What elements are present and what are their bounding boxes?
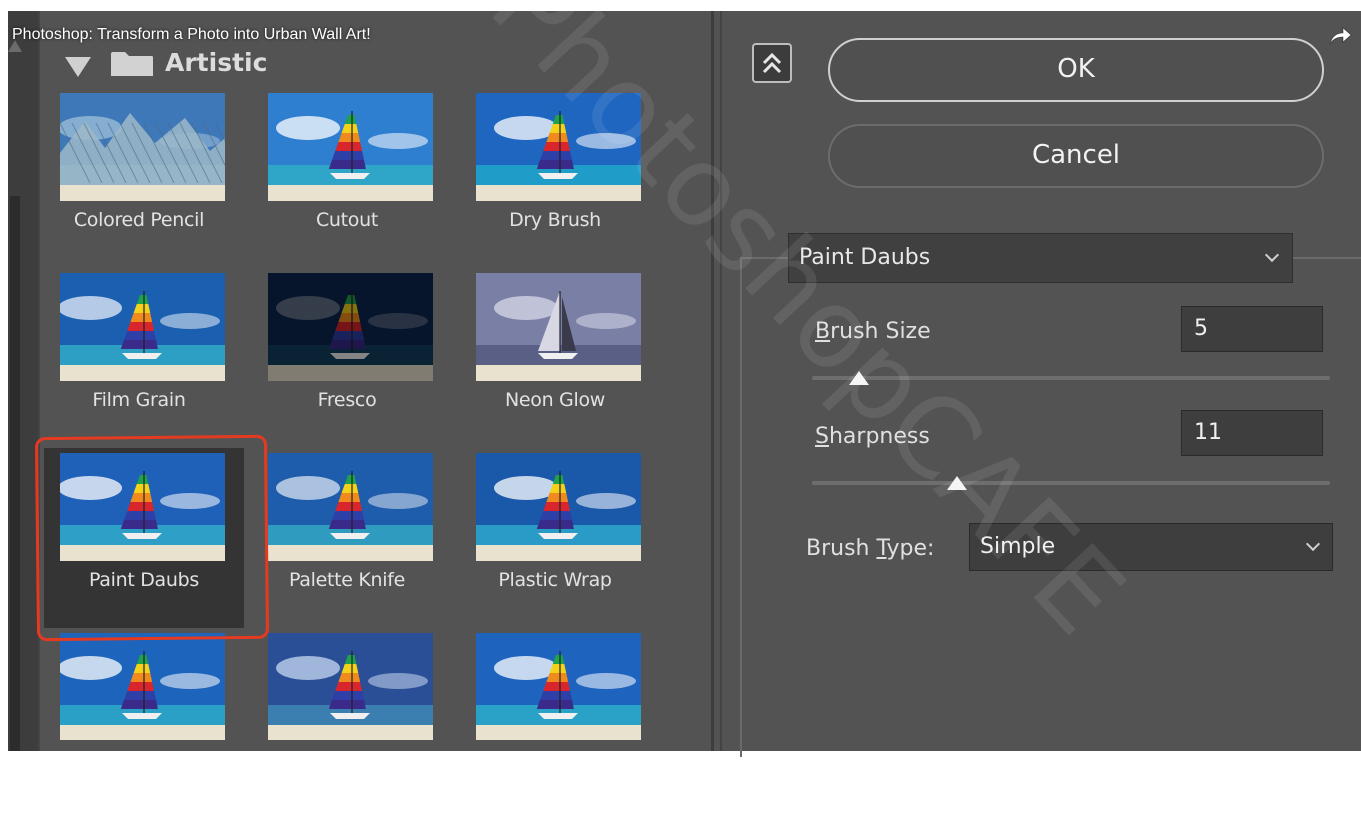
thumbnail-image [60, 633, 225, 740]
sharpness-label-text: harpness [828, 424, 930, 449]
cancel-button[interactable]: Cancel [828, 124, 1324, 188]
preview-scrollbar-thumb[interactable] [10, 196, 20, 751]
filter-item[interactable] [256, 633, 433, 793]
share-arrow-icon[interactable] [1326, 22, 1354, 50]
sharpness-slider-track[interactable] [812, 481, 1330, 485]
filter-label: Colored Pencil [73, 209, 205, 231]
thumbnail-image [476, 93, 641, 201]
brush-type-value: Simple [980, 534, 1056, 559]
filter-label: Film Grain [92, 389, 186, 411]
folder-icon [110, 51, 154, 81]
filter-item[interactable]: Cutout [256, 93, 433, 253]
filter-label: Dry Brush [509, 209, 601, 231]
selection-highlight-annotation [34, 434, 270, 642]
filter-thumbnail[interactable] [268, 273, 433, 381]
sharpness-slider-thumb[interactable] [947, 476, 968, 490]
video-title[interactable]: Photoshop: Transform a Photo into Urban … [12, 26, 371, 48]
brush-size-slider-thumb[interactable] [848, 371, 869, 385]
brush-size-slider-track[interactable] [812, 376, 1330, 380]
brush-size-mnemonic: B [815, 319, 831, 344]
filter-label: Plastic Wrap [498, 569, 612, 591]
filter-label: Cutout [315, 209, 379, 231]
double-chevron-up-icon [762, 52, 782, 74]
thumbnail-image [60, 93, 225, 201]
divider [720, 11, 722, 751]
brush-type-mnemonic: T [876, 536, 887, 561]
filter-item[interactable]: Neon Glow [464, 273, 641, 433]
filter-label: Neon Glow [504, 389, 606, 411]
filter-thumbnail[interactable] [268, 93, 433, 201]
thumbnail-image [268, 453, 433, 561]
thumbnail-image [60, 273, 225, 381]
filter-item[interactable]: Fresco [256, 273, 433, 433]
filter-thumbnail[interactable] [476, 273, 641, 381]
filter-item[interactable] [464, 633, 641, 793]
collapse-panel-button[interactable] [752, 43, 792, 83]
brush-size-label-text: rush Size [830, 319, 931, 344]
filter-thumbnail[interactable] [60, 633, 225, 740]
brush-type-dropdown[interactable]: Simple [969, 523, 1333, 571]
sharpness-label: Sharpness [815, 424, 930, 449]
sharpness-input[interactable]: 11 [1181, 410, 1323, 456]
filter-thumbnail[interactable] [476, 633, 641, 740]
filter-thumbnail[interactable] [268, 453, 433, 561]
preview-scrollbar[interactable] [8, 11, 38, 751]
thumbnail-image [476, 273, 641, 381]
filter-select-dropdown[interactable]: Paint Daubs [788, 233, 1293, 283]
brush-type-label: Brush Type: [806, 536, 934, 561]
filter-thumbnail[interactable] [268, 633, 433, 740]
filter-thumbnail[interactable] [60, 273, 225, 381]
filter-item[interactable]: Colored Pencil [48, 93, 225, 253]
filter-label: Palette Knife [288, 569, 406, 591]
filter-thumbnail[interactable] [476, 453, 641, 561]
filter-thumbnail[interactable] [476, 93, 641, 201]
brush-type-label-post: ype: [886, 536, 935, 561]
filter-item[interactable] [48, 633, 225, 793]
filter-item[interactable]: Film Grain [48, 273, 225, 433]
sharpness-mnemonic: S [815, 424, 829, 449]
brush-type-label-pre: Brush [806, 536, 877, 561]
thumbnail-image [476, 633, 641, 740]
filter-item[interactable]: Dry Brush [464, 93, 641, 253]
filter-select-value: Paint Daubs [799, 245, 931, 270]
filter-item[interactable]: Palette Knife [256, 453, 433, 613]
brush-size-input[interactable]: 5 [1181, 306, 1323, 352]
divider [711, 11, 714, 751]
thumbnail-image [268, 633, 433, 740]
divider [38, 11, 40, 751]
category-label: Artistic [165, 48, 268, 77]
thumbnail-image [268, 273, 433, 381]
thumbnail-image [268, 93, 433, 201]
brush-size-label: Brush Size [815, 319, 931, 344]
thumbnail-image [476, 453, 641, 561]
filter-thumbnail[interactable] [60, 93, 225, 201]
disclosure-triangle-icon[interactable] [64, 56, 92, 82]
filter-label: Fresco [317, 389, 377, 411]
filter-item[interactable]: Plastic Wrap [464, 453, 641, 613]
ok-button[interactable]: OK [828, 38, 1324, 102]
chevron-down-icon [1264, 247, 1280, 263]
chevron-down-icon [1305, 536, 1321, 552]
